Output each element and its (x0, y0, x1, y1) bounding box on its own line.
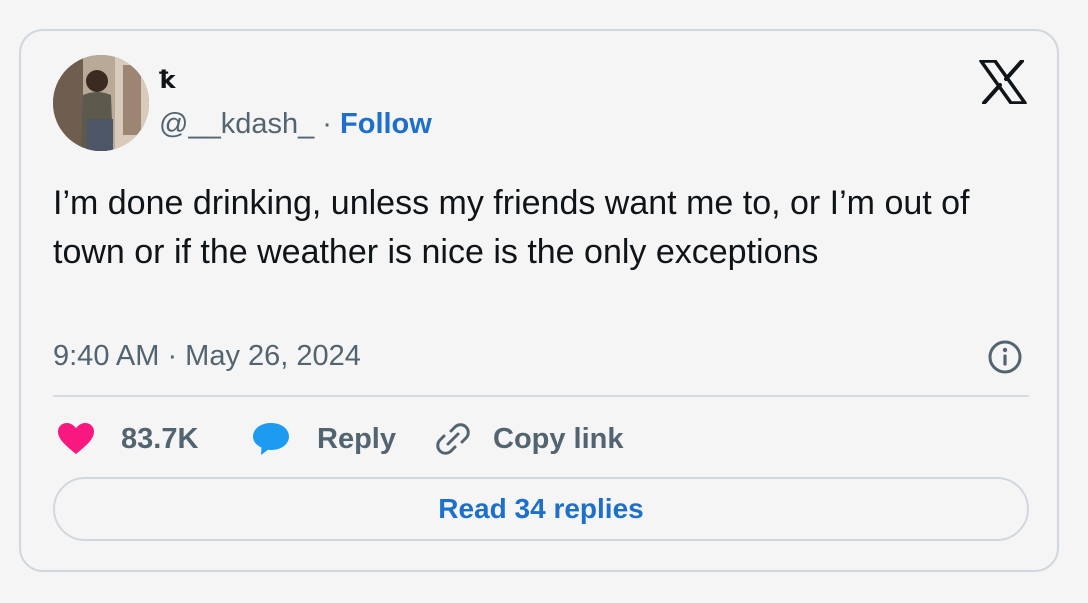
link-icon (436, 423, 470, 455)
reply-button[interactable]: Reply (251, 419, 396, 459)
avatar-image (53, 55, 149, 151)
like-count: 83.7K (121, 423, 199, 455)
speech-bubble-icon (253, 423, 289, 455)
tweet-text: I’m done drinking, unless my friends wan… (53, 184, 970, 271)
handle-row: @__kdash_ · Follow (159, 107, 432, 141)
tweet-card: ꝁ @__kdash_ · Follow I’m done drinking, … (19, 29, 1059, 572)
separator: · (322, 108, 332, 140)
avatar[interactable] (53, 55, 149, 151)
timestamp[interactable]: 9:40 AM · May 26, 2024 (53, 339, 361, 373)
handle[interactable]: @__kdash_ (159, 108, 314, 140)
reply-label: Reply (317, 423, 396, 455)
copy-link-button[interactable]: Copy link (435, 419, 624, 459)
follow-button[interactable]: Follow (340, 108, 432, 140)
info-icon[interactable] (987, 339, 1023, 375)
read-replies-button[interactable]: Read 34 replies (53, 477, 1029, 541)
like-button[interactable]: 83.7K (57, 419, 198, 459)
divider (53, 395, 1029, 397)
copy-link-label: Copy link (493, 423, 624, 455)
display-name[interactable]: ꝁ (159, 67, 176, 95)
heart-icon (58, 423, 94, 454)
read-replies-label: Read 34 replies (438, 493, 644, 524)
x-logo-icon[interactable] (979, 59, 1027, 105)
